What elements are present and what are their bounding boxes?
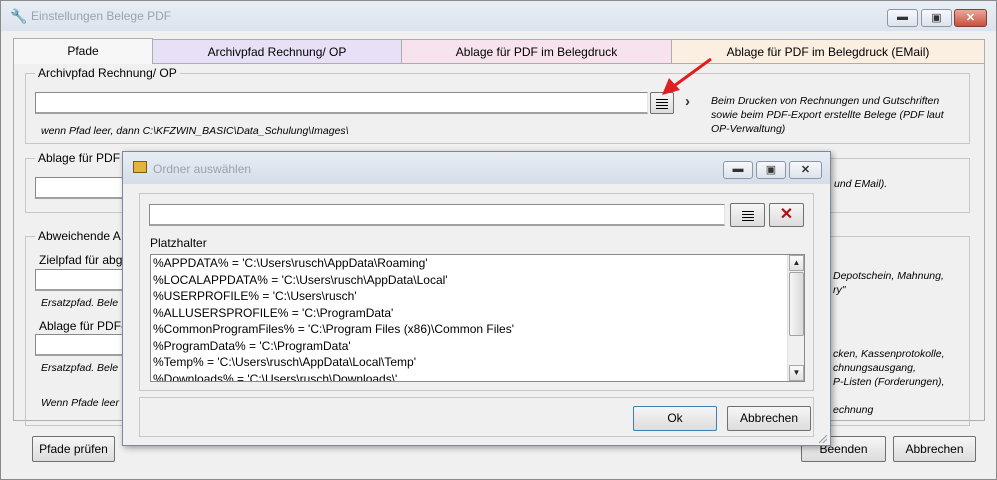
archive-hint: wenn Pfad leer, dann C:\KFZWIN_BASIC\Dat… [41, 125, 349, 137]
deviating-info-5: P-Listen (Forderungen), [833, 376, 945, 388]
pdf-path-label: Ablage für PDF- [39, 319, 126, 333]
ok-button[interactable]: Ok [633, 406, 717, 431]
dialog-minimize-button[interactable]: ▬ [723, 161, 753, 179]
dialog-close-button[interactable]: ✕ [789, 161, 822, 179]
check-paths-button[interactable]: Pfade prüfen [32, 436, 115, 462]
maximize-icon: ▣ [931, 12, 942, 24]
list-icon [741, 209, 754, 223]
list-item[interactable]: %APPDATA% = 'C:\Users\rusch\AppData\Roam… [153, 256, 428, 270]
footer-hint: Wenn Pfade leer [41, 397, 120, 409]
list-item[interactable]: %LOCALAPPDATA% = 'C:\Users\rusch\AppData… [153, 273, 448, 287]
minimize-icon: ▬ [732, 163, 744, 175]
maximize-icon: ▣ [765, 164, 777, 176]
pdf-path-input[interactable] [35, 177, 135, 199]
dialog-title-bar[interactable]: Ordner auswählen ▬ ▣ ✕ [123, 152, 830, 184]
maximize-button[interactable]: ▣ [921, 9, 952, 27]
deviating-info-3: cken, Kassenprotokolle, [833, 348, 945, 360]
deviating-info-6: echnung [833, 404, 874, 416]
list-item[interactable]: %USERPROFILE% = 'C:\Users\rusch' [153, 289, 357, 303]
dialog-cancel-label: Abbrechen [739, 411, 799, 425]
target-path-label: Zielpfad für abg [39, 253, 123, 267]
scroll-thumb[interactable] [789, 272, 804, 336]
deviating-info-2: ry" [833, 284, 846, 296]
scroll-down-icon[interactable]: ▼ [789, 365, 804, 381]
close-x-icon: ✕ [779, 206, 794, 223]
tab-label: Ablage für PDF im Belegdruck [455, 45, 618, 59]
dialog-path-input[interactable] [149, 204, 725, 226]
scroll-up-icon[interactable]: ▲ [789, 255, 804, 271]
resize-grip-icon[interactable] [816, 432, 828, 444]
close-icon: ✕ [965, 12, 976, 24]
folder-icon [133, 161, 147, 173]
close-icon: ✕ [800, 164, 811, 176]
wrench-icon: 🔧 [10, 8, 28, 24]
ok-label: Ok [667, 411, 683, 425]
target-path-input[interactable] [35, 269, 135, 291]
dialog-maximize-button[interactable]: ▣ [756, 161, 786, 179]
clear-button[interactable]: ✕ [769, 203, 804, 227]
tab-label: Archivpfad Rechnung/ OP [207, 45, 347, 59]
tab-label: Ablage für PDF im Belegdruck (EMail) [726, 45, 930, 59]
placeholder-label: Platzhalter [150, 236, 207, 250]
minimize-icon: ▬ [897, 11, 908, 23]
dialog-title: Ordner auswählen [153, 162, 252, 176]
dialog-browse-button[interactable] [730, 203, 765, 227]
cancel-label: Abbrechen [905, 442, 964, 456]
tab-ablage-email[interactable]: Ablage für PDF im Belegdruck (EMail) [671, 39, 985, 64]
tab-archivpfad[interactable]: Archivpfad Rechnung/ OP [152, 39, 402, 64]
check-paths-label: Pfade prüfen [39, 442, 108, 456]
pdf-group-legend: Ablage für PDF [35, 151, 124, 165]
list-item[interactable]: %Downloads% = 'C:\Users\rusch\Downloads\… [153, 372, 397, 381]
minimize-button[interactable]: ▬ [887, 9, 918, 27]
replacement-hint-1: Ersatzpfad. Bele [41, 297, 119, 309]
deviating-group-legend: Abweichende A [35, 229, 124, 243]
folder-select-dialog: Ordner auswählen ▬ ▣ ✕ ✕ Platzhalter %AP… [122, 151, 831, 446]
tab-pfade[interactable]: Pfade [13, 38, 153, 64]
list-item[interactable]: %ALLUSERSPROFILE% = 'C:\ProgramData' [153, 306, 393, 320]
pdf-alt-path-input[interactable] [35, 334, 135, 356]
archive-path-input[interactable] [35, 92, 648, 114]
window-title: Einstellungen Belege PDF [31, 9, 172, 23]
archive-info: Beim Drucken von Rechnungen und Gutschri… [711, 95, 944, 135]
archive-group-legend: Archivpfad Rechnung/ OP [35, 66, 180, 80]
deviating-info-4: chnungsausgang, [833, 362, 916, 374]
list-item[interactable]: %CommonProgramFiles% = 'C:\Program Files… [153, 322, 514, 336]
list-item[interactable]: %ProgramData% = 'C:\ProgramData' [153, 339, 351, 353]
list-item[interactable]: %Temp% = 'C:\Users\rusch\AppData\Local\T… [153, 355, 416, 369]
deviating-info-1: Depotschein, Mahnung, [833, 270, 944, 282]
cancel-button[interactable]: Abbrechen [893, 436, 976, 462]
replacement-hint-2: Ersatzpfad. Bele [41, 362, 119, 374]
red-arrow-annotation [662, 57, 712, 95]
list-scrollbar[interactable]: ▲ ▼ [787, 255, 804, 381]
title-bar[interactable]: 🔧 Einstellungen Belege PDF ▬ ▣ ✕ [1, 1, 996, 31]
placeholder-list[interactable]: %APPDATA% = 'C:\Users\rusch\AppData\Roam… [150, 254, 805, 382]
dialog-cancel-button[interactable]: Abbrechen [727, 406, 811, 431]
close-button[interactable]: ✕ [954, 9, 987, 27]
tab-label: Pfade [67, 44, 99, 58]
pdf-info: und EMail). [834, 178, 888, 190]
tab-ablage-belegdruck[interactable]: Ablage für PDF im Belegdruck [401, 39, 672, 64]
